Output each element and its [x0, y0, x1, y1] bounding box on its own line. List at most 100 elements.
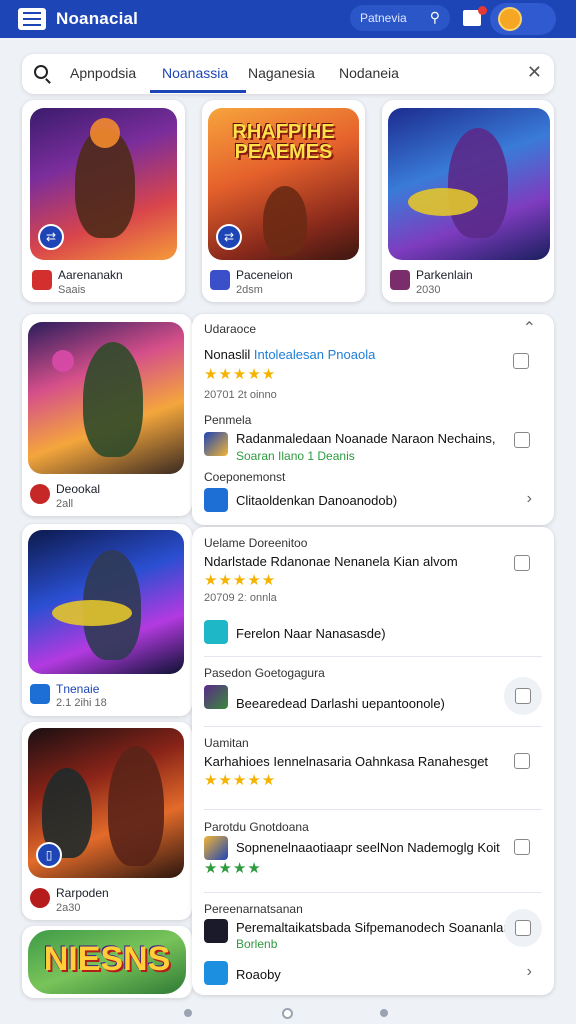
row-subtitle: Borlenb	[236, 937, 278, 951]
tile-name: Aarenanakn	[58, 268, 123, 282]
app-icon	[30, 484, 50, 504]
divider	[204, 809, 542, 810]
checkbox-icon	[515, 920, 531, 936]
game-tile[interactable]: Parkenlain 2030	[382, 100, 554, 302]
row-title: Clitaoldenkan Danoanodob)	[236, 493, 398, 508]
row-title: Peremaltaikatsbada Sifpemanodech Soananl…	[236, 920, 511, 935]
game-artwork	[28, 530, 184, 674]
collapse-chevron-icon[interactable]: ⌃	[523, 318, 536, 338]
app-icon	[204, 685, 228, 709]
section-label: Pasedon Goetogagura	[204, 666, 325, 680]
app-title: Noanacial	[56, 9, 139, 28]
tile-name: Tnenaie	[56, 682, 100, 696]
game-tile[interactable]: NIESNS	[22, 926, 192, 998]
section-label: Penmela	[204, 413, 252, 427]
checkbox-icon[interactable]	[514, 555, 530, 571]
checkbox-icon	[515, 688, 531, 704]
active-tab-indicator	[150, 90, 246, 93]
row-subtitle: Soaran Ilano 1 Deanis	[236, 449, 355, 463]
section-label: Coeponemonst	[204, 470, 286, 484]
tile-sub: 2a30	[56, 902, 81, 914]
gift-icon[interactable]	[463, 6, 487, 26]
divider	[204, 726, 542, 727]
search-icon[interactable]	[34, 65, 48, 79]
game-artwork	[388, 108, 550, 260]
details-panel: Udaraoce ⌃ Nonaslil Intolealesan Pnoaola…	[192, 314, 554, 525]
tile-sub: 2.1 2ihi 18	[56, 697, 107, 709]
tab-naganesia[interactable]: Naganesia	[248, 65, 315, 81]
app-icon	[204, 919, 228, 943]
tile-name: Paceneion	[236, 268, 293, 282]
search-icon[interactable]: ⚲	[430, 9, 440, 26]
game-tile[interactable]: RHAFPIHE PEAEMES ⇄ Paceneion 2dsm	[202, 100, 365, 302]
row-title: Sopnenelnaaotiaapr seelNon Nademoglg Koi…	[236, 840, 500, 855]
top-search-field[interactable]: Patnevia ⚲	[350, 5, 450, 31]
tile-sub: Saais	[58, 284, 86, 296]
meta-text: 20709 2ː onnla	[204, 592, 277, 604]
checkbox-icon[interactable]	[514, 432, 530, 448]
checkbox-icon[interactable]	[514, 839, 530, 855]
rating-stars: ★★★★★	[204, 772, 277, 789]
panel-title: Nonaslil Intolealesan Pnoaola	[204, 347, 375, 362]
rating-stars: ★★★★	[204, 860, 262, 877]
chevron-right-icon[interactable]: ›	[527, 490, 532, 508]
tab-apnpodsia[interactable]: Apnpodsia	[70, 65, 136, 81]
app-icon	[390, 270, 410, 290]
game-tile[interactable]: Tnenaie 2.1 2ihi 18	[22, 524, 192, 716]
game-tile[interactable]: ⇄ Aarenanakn Saais	[22, 100, 185, 302]
checkbox-icon	[513, 353, 529, 369]
checkbox-icon[interactable]	[514, 753, 530, 769]
tab-nodaneia[interactable]: Nodaneia	[339, 65, 399, 81]
tile-name: Deookal	[56, 482, 101, 496]
row-title: Karhahioes Iennelnasaria Oahnkasa Ranahe…	[204, 754, 489, 769]
twitter-icon	[204, 961, 228, 985]
select-button[interactable]	[504, 677, 542, 715]
game-tile[interactable]: Deookal 2all	[22, 314, 192, 516]
app-icon	[30, 888, 50, 908]
game-tile[interactable]: ▯ Rarpoden 2a30	[22, 722, 192, 920]
profile-pill[interactable]	[490, 3, 556, 35]
app-icon	[204, 836, 228, 860]
chevron-right-icon[interactable]: ›	[527, 963, 532, 981]
badge-icon: ⇄	[38, 224, 64, 250]
select-button[interactable]	[502, 342, 540, 380]
home-dot[interactable]	[282, 1008, 293, 1019]
divider	[204, 656, 542, 657]
game-artwork: RHAFPIHE PEAEMES ⇄	[208, 108, 359, 260]
app-icon	[32, 270, 52, 290]
row-title: Radanmaledaan Noanade Naraon Nechains,	[236, 431, 496, 446]
game-artwork	[28, 322, 184, 474]
section-label: Pereenarnatsanan	[204, 902, 303, 916]
nav-dot[interactable]	[184, 1009, 192, 1017]
rating-stars: ★★★★★	[204, 572, 277, 589]
tile-sub: 2dsm	[236, 284, 263, 296]
tile-sub: 2all	[56, 498, 74, 510]
details-panel: Uelame Doreenitoo Ndarlstade Rdanonae Ne…	[192, 527, 554, 995]
nav-dot[interactable]	[380, 1009, 388, 1017]
tile-sub: 2030	[416, 284, 441, 296]
panel-header: Udaraoce	[204, 322, 257, 336]
app-icon	[204, 620, 228, 644]
row-title: Roaoby	[236, 967, 281, 982]
art-title: RHAFPIHE PEAEMES	[232, 121, 335, 163]
panel-header: Uelame Doreenitoo	[204, 536, 308, 550]
row-title: Ferelon Naar Nanasasde)	[236, 626, 386, 641]
select-button[interactable]	[504, 909, 542, 947]
panel-title-plain: Nonaslil	[204, 347, 251, 362]
game-artwork: ⇄	[30, 108, 177, 260]
menu-icon[interactable]	[18, 8, 46, 30]
badge-icon: ▯	[36, 842, 62, 868]
app-icon	[204, 432, 228, 456]
close-icon[interactable]: ✕	[527, 62, 542, 83]
game-artwork: ▯	[28, 728, 184, 878]
app-icon	[30, 684, 50, 704]
art-title: NIESNS	[43, 940, 171, 978]
row-title: Beearedead Darlashi uepantoonole)	[236, 696, 445, 711]
tab-noanassia[interactable]: Noanassia	[162, 65, 228, 81]
divider	[204, 892, 542, 893]
tile-name: Rarpoden	[56, 886, 109, 900]
section-label: Parotdu Gnotdoana	[204, 820, 309, 834]
section-label: Uamitan	[204, 736, 249, 750]
rating-stars: ★★★★★	[204, 366, 277, 383]
camera-icon	[204, 488, 228, 512]
